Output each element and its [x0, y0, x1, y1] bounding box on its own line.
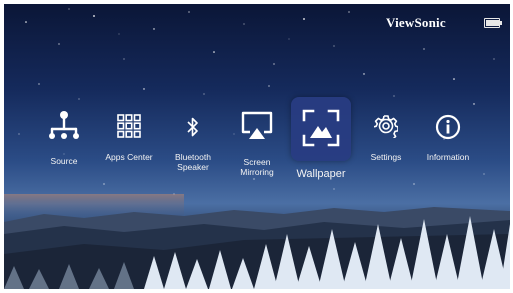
menu-label: Information [426, 152, 470, 162]
menu-item-source[interactable]: Source [40, 110, 88, 170]
gear-icon [374, 115, 398, 138]
menu-label: Apps Center [105, 152, 153, 162]
menu-label: Source [50, 156, 78, 166]
apps-grid-icon [117, 114, 141, 138]
menu-item-bluetooth-speaker[interactable]: Bluetooth Speaker [166, 112, 220, 176]
menu-label-line2: Speaker [177, 162, 209, 172]
menu-label: Wallpaper [296, 168, 346, 180]
source-tree-icon [49, 111, 79, 139]
screen-mirroring-icon [241, 111, 273, 139]
menu-label-line1: Screen [243, 157, 271, 167]
menu-label: Settings [370, 152, 402, 162]
menu-item-apps-center[interactable]: Apps Center [100, 112, 158, 168]
menu-item-screen-mirroring[interactable]: Screen Mirroring [230, 110, 284, 177]
battery-level [486, 20, 499, 26]
menu-item-wallpaper[interactable]: Wallpaper [287, 104, 355, 182]
bluetooth-icon [187, 117, 198, 137]
home-screen: ViewSonic Source Apps Center Bluetooth S… [4, 4, 510, 289]
menu-label-line1: Bluetooth [175, 152, 211, 162]
brand-logo: ViewSonic [386, 15, 446, 30]
landscape-background [4, 194, 510, 289]
menu-item-information[interactable]: Information [418, 112, 478, 168]
info-icon [435, 114, 461, 140]
wallpaper-icon [302, 109, 340, 147]
menu-label-line2: Mirroring [240, 167, 274, 177]
menu-item-settings[interactable]: Settings [362, 112, 410, 168]
battery-icon [484, 18, 502, 28]
